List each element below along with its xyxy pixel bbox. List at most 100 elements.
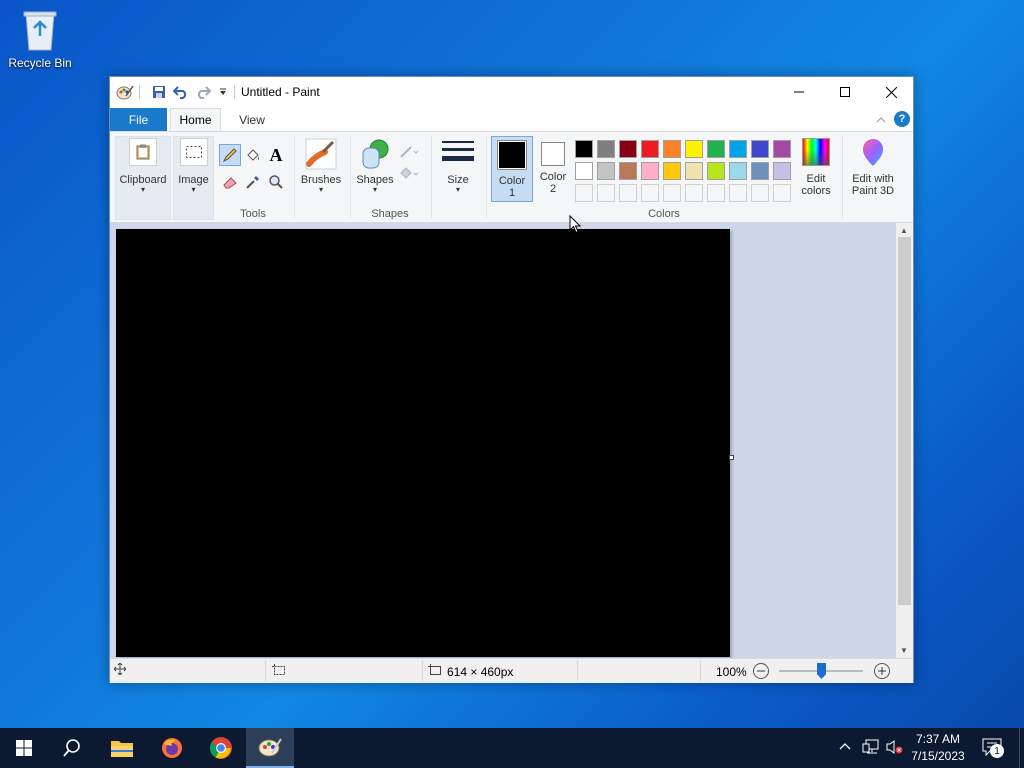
clock-date: 7/15/2023 xyxy=(911,749,965,763)
paint3d-label-2: Paint 3D xyxy=(851,185,895,197)
paint-icon xyxy=(258,738,282,757)
size-button[interactable]: Size ▾ xyxy=(438,138,478,194)
shapes-group-label: Shapes xyxy=(371,208,409,220)
palette-swatch[interactable] xyxy=(729,162,747,180)
palette-swatch[interactable] xyxy=(641,140,659,158)
taskbar-file-explorer[interactable] xyxy=(98,728,146,768)
palette-swatch[interactable] xyxy=(619,140,637,158)
volume-muted-icon[interactable] xyxy=(886,739,904,758)
eraser-icon[interactable] xyxy=(219,171,241,193)
image-button[interactable]: Image ▾ xyxy=(173,138,214,194)
clipboard-icon xyxy=(129,138,157,166)
palette-swatch[interactable] xyxy=(575,140,593,158)
custom-color-slot[interactable] xyxy=(619,184,637,202)
zoom-slider-thumb[interactable] xyxy=(817,663,826,679)
custom-color-slot[interactable] xyxy=(707,184,725,202)
start-button[interactable] xyxy=(0,728,48,768)
notifications-button[interactable]: 1 xyxy=(982,738,1006,760)
custom-color-slot[interactable] xyxy=(597,184,615,202)
custom-color-slot[interactable] xyxy=(729,184,747,202)
scroll-down-icon[interactable]: ▼ xyxy=(900,646,908,655)
palette-swatch[interactable] xyxy=(707,140,725,158)
outline-icon[interactable] xyxy=(398,140,420,162)
zoom-out-button[interactable] xyxy=(753,663,769,679)
collapse-ribbon-icon[interactable] xyxy=(876,113,886,127)
drawing-canvas[interactable] xyxy=(116,229,730,657)
shapes-button[interactable]: Shapes ▾ xyxy=(354,138,396,194)
palette-swatch[interactable] xyxy=(685,162,703,180)
palette-swatch[interactable] xyxy=(575,162,593,180)
paint3d-label-1: Edit with xyxy=(852,173,894,185)
palette-swatch[interactable] xyxy=(619,162,637,180)
fill-icon[interactable] xyxy=(398,162,420,184)
tab-home[interactable]: Home xyxy=(170,108,221,131)
vertical-scrollbar[interactable]: ▲ ▼ xyxy=(896,223,913,658)
undo-icon[interactable] xyxy=(172,83,190,101)
shapes-icon xyxy=(359,138,391,170)
palette-swatch[interactable] xyxy=(597,162,615,180)
color-picker-icon[interactable] xyxy=(242,171,264,193)
tools-group-label: Tools xyxy=(240,208,266,220)
palette-swatch[interactable] xyxy=(773,162,791,180)
search-icon xyxy=(63,739,80,757)
image-size-icon xyxy=(428,664,442,679)
canvas-workspace[interactable] xyxy=(110,223,898,658)
taskbar-firefox[interactable] xyxy=(148,728,196,768)
palette-swatch[interactable] xyxy=(597,140,615,158)
palette-swatch[interactable] xyxy=(751,140,769,158)
save-icon[interactable] xyxy=(150,83,168,101)
scroll-up-icon[interactable]: ▲ xyxy=(900,226,908,235)
mouse-cursor xyxy=(569,214,582,237)
palette-swatch[interactable] xyxy=(751,162,769,180)
custom-color-slot[interactable] xyxy=(663,184,681,202)
color1-button[interactable]: Color 1 xyxy=(491,136,533,202)
size-icon xyxy=(442,138,474,168)
edit-with-paint3d-button[interactable]: Edit with Paint 3D xyxy=(846,138,900,197)
maximize-button[interactable] xyxy=(822,77,868,107)
show-hidden-icons-icon[interactable] xyxy=(838,740,852,754)
magnifier-icon[interactable] xyxy=(265,171,287,193)
palette-swatch[interactable] xyxy=(663,162,681,180)
palette-swatch[interactable] xyxy=(773,140,791,158)
redo-icon[interactable] xyxy=(194,83,212,101)
customize-quick-access-icon[interactable] xyxy=(214,83,232,101)
custom-color-slot[interactable] xyxy=(751,184,769,202)
pencil-icon[interactable] xyxy=(219,144,241,166)
color2-label-2: 2 xyxy=(549,183,557,195)
edit-colors-button[interactable]: Edit colors xyxy=(796,138,836,197)
tab-view[interactable]: View xyxy=(230,108,274,131)
network-icon[interactable] xyxy=(862,739,880,758)
recycle-bin-icon[interactable]: Recycle Bin xyxy=(4,6,76,70)
zoom-in-button[interactable] xyxy=(874,663,890,679)
custom-color-slot[interactable] xyxy=(575,184,593,202)
palette-swatch[interactable] xyxy=(685,140,703,158)
canvas-resize-handle[interactable] xyxy=(729,455,734,460)
custom-color-slot[interactable] xyxy=(641,184,659,202)
palette-swatch[interactable] xyxy=(729,140,747,158)
palette-swatch[interactable] xyxy=(707,162,725,180)
notification-badge: 1 xyxy=(990,744,1004,758)
cursor-position-icon xyxy=(113,662,127,678)
brushes-button[interactable]: Brushes ▾ xyxy=(298,138,344,194)
help-icon[interactable]: ? xyxy=(894,111,910,127)
paint-app-icon[interactable] xyxy=(116,83,134,101)
windows-logo-icon xyxy=(16,740,32,756)
fill-bucket-icon[interactable] xyxy=(242,144,264,166)
scrollbar-thumb[interactable] xyxy=(898,237,911,605)
minimize-button[interactable] xyxy=(776,77,822,107)
taskbar-chrome[interactable] xyxy=(197,728,245,768)
search-button[interactable] xyxy=(48,728,96,768)
clipboard-button[interactable]: Clipboard ▾ xyxy=(115,138,171,194)
close-button[interactable] xyxy=(868,77,914,107)
taskbar: 7:37 AM 7/15/2023 1 xyxy=(0,728,1024,768)
custom-color-slot[interactable] xyxy=(685,184,703,202)
palette-swatch[interactable] xyxy=(641,162,659,180)
text-tool-icon[interactable]: A xyxy=(265,144,287,166)
palette-swatch[interactable] xyxy=(663,140,681,158)
system-clock[interactable]: 7:37 AM 7/15/2023 xyxy=(906,731,970,765)
taskbar-paint[interactable] xyxy=(246,728,294,768)
show-desktop-button[interactable] xyxy=(1019,728,1024,768)
tab-file[interactable]: File xyxy=(110,108,167,131)
color2-button[interactable]: Color 2 xyxy=(534,136,572,202)
custom-color-slot[interactable] xyxy=(773,184,791,202)
